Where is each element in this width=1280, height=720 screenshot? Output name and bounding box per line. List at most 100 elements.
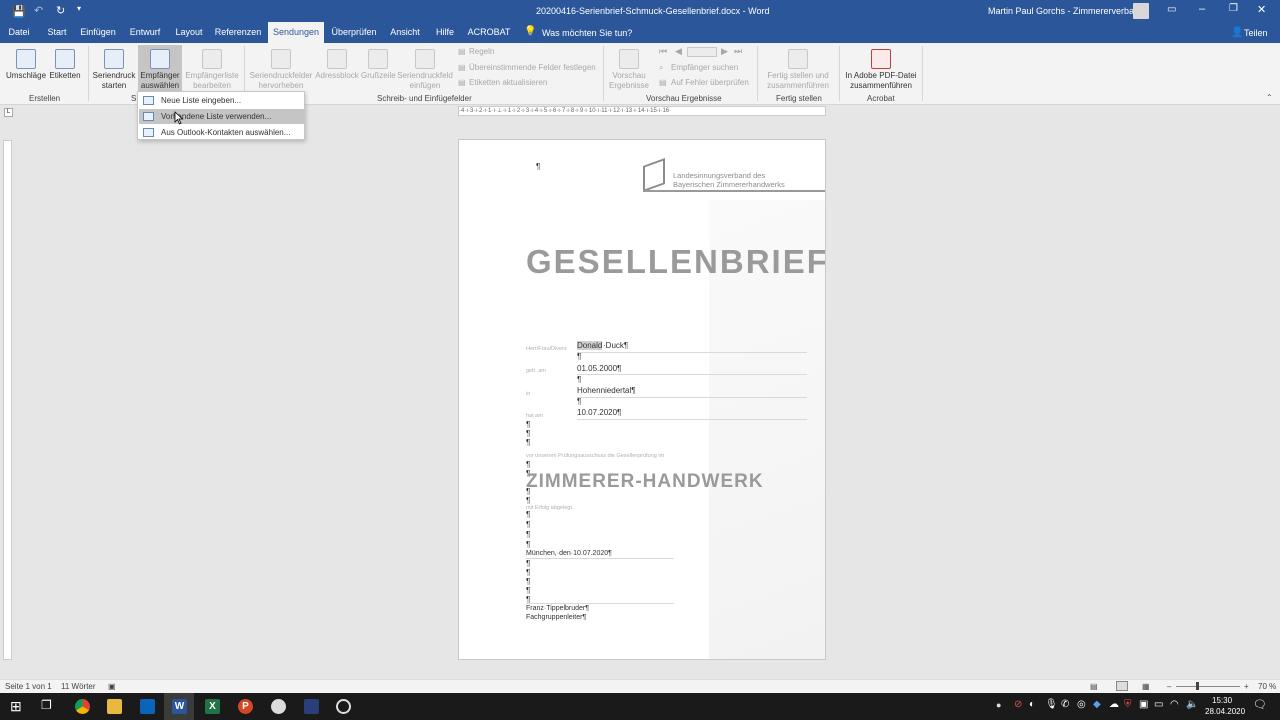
zoom-out-icon[interactable]: – — [1167, 680, 1171, 693]
tab-ueberpruefen[interactable]: Überprüfen — [330, 22, 378, 43]
word-count[interactable]: 11 Wörter — [61, 680, 96, 693]
tell-me-box[interactable]: Was möchten Sie tun? — [542, 28, 632, 38]
outlook-icon[interactable] — [140, 699, 155, 714]
find-recipient-button[interactable]: Empfänger suchen — [671, 63, 738, 72]
tab-layout[interactable]: Layout — [172, 22, 206, 43]
tray-icon[interactable]: ☁ — [1109, 699, 1119, 710]
read-mode-icon[interactable]: ▤ — [1090, 680, 1098, 693]
tab-start[interactable]: Start — [41, 22, 73, 43]
clock-date[interactable]: 28.04.2020 — [1205, 707, 1245, 716]
tab-acrobat[interactable]: ACROBAT — [466, 22, 512, 43]
share-button[interactable]: Teilen — [1244, 28, 1268, 38]
tray-icon[interactable]: ✆ — [1061, 699, 1069, 710]
undo-icon[interactable]: ↶ — [34, 4, 43, 17]
avatar[interactable] — [1133, 3, 1149, 19]
highlight-merge-fields-button[interactable]: Seriendruckfelder hervorheben — [249, 49, 313, 91]
tray-icon[interactable]: ⊘ — [1014, 699, 1022, 710]
zoom-slider-thumb[interactable] — [1196, 682, 1199, 690]
preview-results-button[interactable]: Vorschau Ergebnisse — [608, 49, 650, 91]
tab-sendungen[interactable]: Sendungen — [268, 22, 324, 43]
proofing-icon[interactable]: ▣ — [108, 680, 116, 693]
print-layout-icon[interactable] — [1116, 681, 1128, 691]
vertical-ruler[interactable] — [3, 140, 12, 660]
horizontal-ruler[interactable]: ·4·ı·3·ı·2·ı·1·ı·⊥·ı·1·ı·2·ı·3·ı·4·ı·5·ı… — [458, 106, 826, 116]
customize-qat-icon[interactable]: ▾ — [77, 4, 81, 13]
tab-entwurf[interactable]: Entwurf — [126, 22, 164, 43]
menu-item-outlook-contacts[interactable]: Aus Outlook-Kontakten auswählen... — [139, 125, 304, 140]
word-icon[interactable]: W — [172, 699, 187, 714]
notifications-icon[interactable]: 🗨 — [1253, 698, 1267, 711]
redo-icon[interactable]: ↻ — [56, 4, 65, 17]
file-explorer-icon[interactable] — [107, 699, 122, 714]
envelopes-button[interactable]: Umschläge — [6, 49, 46, 81]
volume-icon[interactable]: 🔈 — [1186, 699, 1198, 710]
user-name[interactable]: Martin Paul Gorchs - Zimmererverband — [988, 6, 1144, 16]
last-record-icon[interactable]: ⏭ — [734, 46, 742, 57]
merge-field-birth-date[interactable]: 01.05.2000¶ — [577, 364, 621, 373]
check-errors-icon: ▤ — [659, 78, 667, 87]
collapse-ribbon-icon[interactable]: ⌃ — [1266, 93, 1273, 102]
merge-field-first-name[interactable]: Donald — [577, 341, 603, 350]
start-icon[interactable]: ⊞ — [10, 698, 22, 715]
dropbox-icon[interactable]: ◆ — [1093, 699, 1101, 710]
excel-icon[interactable]: X — [205, 699, 220, 714]
tab-datei[interactable]: Datei — [4, 22, 34, 43]
clock-time[interactable]: 15:30 — [1212, 696, 1232, 705]
start-mail-merge-button[interactable]: Seriendruck starten — [92, 49, 136, 91]
app-icon[interactable] — [271, 699, 286, 714]
labels-button[interactable]: Etiketten — [48, 49, 82, 81]
task-view-icon[interactable]: ❐ — [41, 698, 52, 712]
match-fields-button[interactable]: Übereinstimmende Felder festlegen — [469, 63, 596, 72]
address-block-button[interactable]: Adressblock — [315, 49, 359, 81]
select-recipients-button[interactable]: Empfänger auswählen — [138, 45, 182, 91]
app-icon[interactable] — [336, 699, 351, 714]
close-icon[interactable]: ✕ — [1257, 3, 1266, 16]
zoom-level[interactable]: 70 % — [1258, 680, 1276, 693]
tab-referenzen[interactable]: Referenzen — [213, 22, 263, 43]
zoom-slider[interactable] — [1176, 686, 1240, 687]
network-icon[interactable]: ▭ — [1154, 699, 1163, 710]
zoom-in-icon[interactable]: + — [1244, 680, 1249, 693]
merge-to-pdf-button[interactable]: In Adobe PDF-Datei zusammenführen — [843, 49, 919, 91]
edit-recipient-list-button[interactable]: Empfängerliste bearbeiten — [184, 49, 240, 91]
tray-icon[interactable]: ▣ — [1139, 699, 1148, 710]
tray-icon[interactable]: ◐ — [1029, 699, 1035, 710]
page-count[interactable]: Seite 1 von 1 — [5, 680, 52, 693]
merge-field-birth-place[interactable]: Hohenniedertal¶ — [577, 386, 636, 395]
rules-button[interactable]: Regeln — [469, 47, 494, 56]
ribbon-display-icon[interactable]: ▭ — [1167, 4, 1176, 15]
powerpoint-icon[interactable]: P — [238, 699, 253, 714]
minimize-icon[interactable]: – — [1199, 3, 1205, 15]
previous-record-icon[interactable]: ◀ — [675, 46, 682, 57]
first-record-icon[interactable]: ⏮ — [659, 46, 667, 57]
tray-icon[interactable]: ● — [996, 700, 1001, 710]
restore-icon[interactable]: ❐ — [1229, 3, 1238, 14]
menu-item-existing-list[interactable]: Vorhandene Liste verwenden... — [139, 109, 304, 124]
web-layout-icon[interactable]: ▦ — [1142, 680, 1150, 693]
merge-field-last-name[interactable]: ·Duck¶ — [603, 341, 628, 350]
document-page[interactable]: ¶ Landesinnungsverband des Bayerischen Z… — [458, 139, 826, 660]
tab-hilfe[interactable]: Hilfe — [431, 22, 459, 43]
chrome-icon[interactable] — [75, 699, 90, 714]
tab-einfuegen[interactable]: Einfügen — [78, 22, 118, 43]
greeting-line-button[interactable]: Grußzeile — [361, 49, 396, 81]
wifi-icon[interactable]: ◠ — [1170, 699, 1179, 710]
microphone-icon[interactable]: 🎙 — [1045, 699, 1058, 710]
tab-ansicht[interactable]: Ansicht — [386, 22, 424, 43]
tab-selector[interactable]: L — [4, 108, 13, 117]
finish-merge-button[interactable]: Fertig stellen und zusammenführen — [762, 49, 834, 91]
menu-item-new-list[interactable]: Neue Liste eingeben... — [139, 93, 304, 108]
update-labels-button[interactable]: Etiketten aktualisieren — [469, 78, 547, 87]
app-icon[interactable] — [304, 699, 319, 714]
pdf-icon — [871, 49, 891, 69]
merge-field-exam-date[interactable]: 10.07.2020¶ — [577, 408, 621, 417]
outlook-contacts-icon — [143, 128, 154, 137]
next-record-icon[interactable]: ▶ — [721, 46, 728, 57]
check-errors-button[interactable]: Auf Fehler überprüfen — [671, 78, 749, 87]
record-number-input[interactable] — [687, 47, 717, 57]
security-icon[interactable]: ⛨ — [1124, 699, 1132, 710]
insert-merge-field-button[interactable]: Seriendruckfeld einfügen — [397, 49, 453, 91]
tray-icon[interactable]: ◎ — [1077, 699, 1086, 710]
group-separator — [922, 46, 923, 101]
save-icon[interactable]: 💾 — [12, 5, 26, 18]
